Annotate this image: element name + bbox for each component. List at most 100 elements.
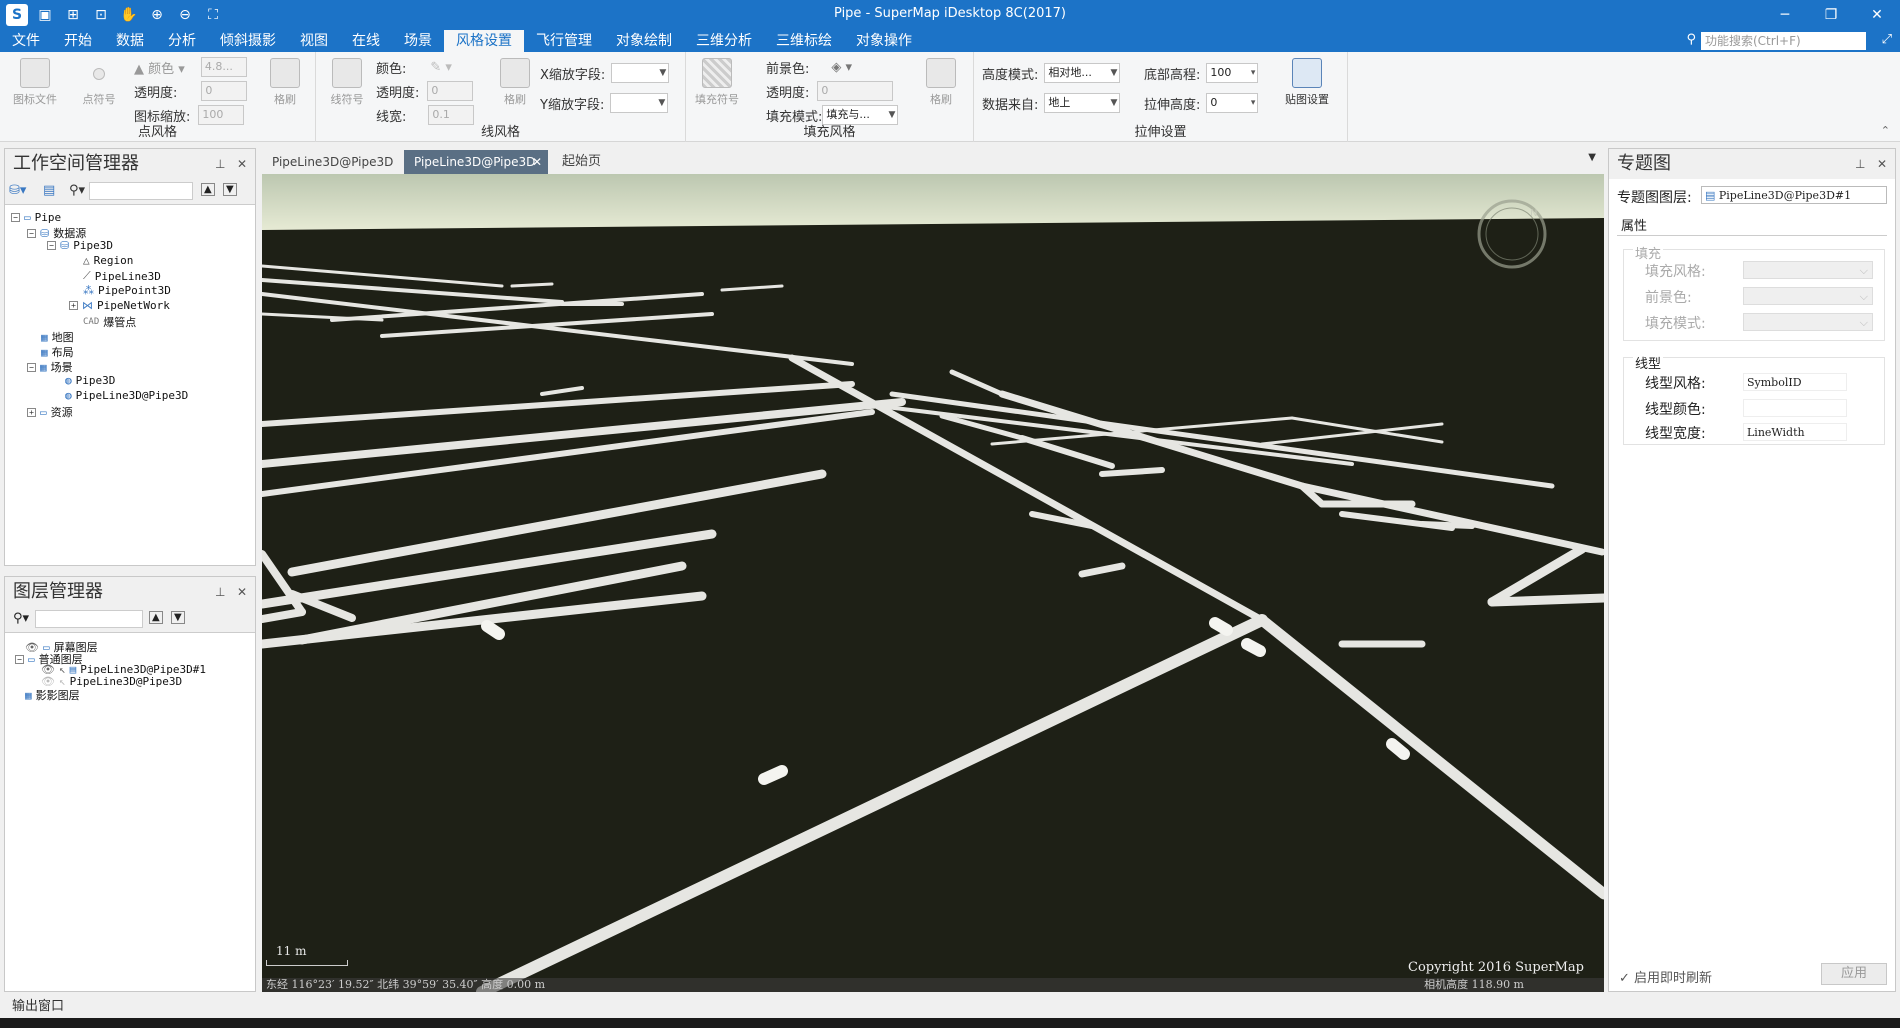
minimize-icon[interactable]: ─ (1762, 0, 1808, 30)
icon-file-button[interactable]: 图标文件 (8, 56, 62, 107)
camera-height-readout: 相机高度 118.90 m (1424, 978, 1524, 991)
tree-node-scenes[interactable]: − ▦ 场景 (27, 359, 73, 375)
tree-node-pipenetwork[interactable]: + ⋈ PipeNetWork (69, 299, 170, 312)
scene-viewport[interactable]: N 11 m Copyright 2016 SuperMap 东经 116°23… (262, 174, 1604, 992)
tree-node-burst-point[interactable]: CAD 爆管点 (83, 314, 136, 330)
tree-node-resources[interactable]: + ▭ 资源 (27, 404, 73, 420)
close-icon[interactable]: ✕ (1877, 157, 1887, 171)
move-down-icon[interactable]: ▼ (171, 611, 185, 624)
line-color-field[interactable] (1743, 399, 1847, 417)
line-transparency-field[interactable]: 0 (427, 81, 474, 101)
datasource-icon: ⛁ (60, 239, 70, 252)
thematic-layer-label: 专题图图层: (1617, 190, 1692, 206)
workspace-save-icon[interactable]: ▤ (43, 183, 55, 198)
tree-node-pipepoint3d[interactable]: ⁂ PipePoint3D (83, 284, 171, 297)
coordinate-readout: 东经 116°23′ 19.52″ 北纬 39°59′ 35.40″ 高度 0.… (266, 978, 546, 991)
tree-node-scene-pipe3d[interactable]: ◍ Pipe3D (65, 374, 115, 387)
function-search-input[interactable]: 功能搜索(Ctrl+F) (1701, 32, 1866, 50)
x-scale-field-select[interactable]: ▼ (611, 63, 670, 83)
fg-color-select[interactable]: ⌵ (1743, 287, 1873, 305)
menu-flight[interactable]: 飞行管理 (524, 30, 604, 52)
layer-tree: 👁 ▭ 屏幕图层 − ▭ 普通图层 👁 ↖ ▤ PipeLine3D@Pipe3D#1 👁 ↖ P… (5, 635, 255, 989)
scene-canvas: N (262, 174, 1604, 992)
menu-online[interactable]: 在线 (340, 30, 392, 52)
line-brush-button[interactable]: 格刷 (488, 56, 542, 107)
tab-start-page[interactable]: 起始页 (552, 150, 611, 174)
search-icon[interactable]: ⚲▾ (13, 611, 29, 626)
tree-node-scene-pipeline3d[interactable]: ◍ PipeLine3D@Pipe3D (65, 389, 188, 402)
move-up-icon[interactable]: ▲ (201, 183, 215, 196)
apply-button[interactable]: 应用 (1821, 963, 1887, 985)
fill-mode-dropdown[interactable]: ⌵ (1743, 313, 1873, 331)
extrude-height-field[interactable]: 0 ▾ (1206, 93, 1259, 113)
pin-icon[interactable]: ⊥ (215, 585, 225, 599)
tree-node-pipe3d-ds[interactable]: − ⛁ Pipe3D (47, 239, 113, 252)
pin-icon[interactable]: ⊥ (1855, 157, 1865, 171)
pin-icon[interactable]: ⊥ (215, 157, 225, 171)
os-taskbar (0, 1018, 1900, 1028)
menu-start[interactable]: 开始 (52, 30, 104, 52)
thematic-layer-select[interactable]: ▤ PipeLine3D@Pipe3D#1 (1701, 186, 1887, 204)
search-icon[interactable]: ⚲▾ (69, 183, 85, 198)
tab-dropdown-icon[interactable]: ▼ (1588, 152, 1596, 163)
data-source-select[interactable]: 地上 ▼ (1044, 93, 1121, 113)
workspace-open-icon[interactable]: ⛁▾ (9, 183, 26, 198)
line-symbol-button[interactable]: 线符号 (320, 56, 374, 107)
point-color-label[interactable]: ▲ 颜色 ▾ (134, 58, 185, 77)
fill-color-picker[interactable]: ◈ ▾ (831, 60, 852, 75)
tree-node-maps[interactable]: ▦ 地图 (41, 329, 74, 345)
point-transparency-field[interactable]: 0 (201, 81, 248, 101)
texture-settings-button[interactable]: 贴图设置 (1280, 56, 1334, 107)
line-width-field[interactable]: LineWidth (1743, 423, 1847, 441)
height-mode-select[interactable]: 相对地... ▼ (1044, 63, 1121, 83)
restore-icon[interactable]: ❐ (1808, 0, 1854, 30)
tab-pipeline3d-active[interactable]: PipeLine3D@Pipe3D ✕ (404, 150, 548, 174)
globe-icon: ◍ (65, 374, 72, 387)
tree-node-layouts[interactable]: ▦ 布局 (41, 344, 74, 360)
auto-refresh-checkbox[interactable]: ✓ 启用即时刷新 (1619, 967, 1712, 986)
menu-data[interactable]: 数据 (104, 30, 156, 52)
move-up-icon[interactable]: ▲ (149, 611, 163, 624)
layer-manager-title: 图层管理器 (13, 581, 103, 602)
tree-node-region[interactable]: △ Region (83, 254, 133, 267)
close-icon[interactable]: ✕ (237, 585, 247, 599)
menu-draw[interactable]: 对象绘制 (604, 30, 684, 52)
line-style-field[interactable]: SymbolID (1743, 373, 1847, 391)
expand-icon[interactable]: ⤢ (1882, 32, 1892, 47)
layer-shadow[interactable]: ▦ 影影图层 (25, 687, 80, 703)
pipe-fittings (481, 617, 1410, 785)
fill-symbol-button[interactable]: 填充符号 (690, 56, 744, 107)
tree-node-pipeline3d[interactable]: ⟋ PipeLine3D (83, 269, 161, 283)
menu-3d-plot[interactable]: 三维标绘 (764, 30, 844, 52)
menu-file[interactable]: 文件 (0, 30, 52, 52)
fill-transparency-field[interactable]: 0 (817, 81, 894, 101)
close-icon[interactable]: ✕ (532, 150, 542, 174)
menu-oblique[interactable]: 倾斜摄影 (208, 30, 288, 52)
tree-node-root[interactable]: − ▭ Pipe (11, 211, 61, 224)
line-dataset-icon: ⟋ (83, 269, 91, 282)
output-window-tab[interactable]: 输出窗口 (0, 996, 1900, 1018)
menu-analysis[interactable]: 分析 (156, 30, 208, 52)
menu-scene[interactable]: 场景 (392, 30, 444, 52)
menu-3d-analysis[interactable]: 三维分析 (684, 30, 764, 52)
menu-object-ops[interactable]: 对象操作 (844, 30, 924, 52)
tab-pipeline3d-1[interactable]: PipeLine3D@Pipe3D (262, 150, 403, 174)
y-scale-field-select[interactable]: ▼ (610, 93, 669, 113)
move-down-icon[interactable]: ▼ (223, 183, 237, 196)
fill-style-select[interactable]: ⌵ (1743, 261, 1873, 279)
point-symbol-button[interactable]: 点符号 (72, 56, 126, 107)
menu-style[interactable]: 风格设置 (444, 30, 524, 52)
menu-view[interactable]: 视图 (288, 30, 340, 52)
network-dataset-icon: ⋈ (82, 299, 93, 312)
line-color-picker[interactable]: ✎ ▾ (430, 60, 452, 75)
point-brush-button[interactable]: 格刷 (258, 56, 312, 107)
workspace-search-input[interactable] (89, 182, 193, 200)
close-icon[interactable]: ✕ (1854, 0, 1900, 30)
fill-brush-button[interactable]: 格刷 (914, 56, 968, 107)
point-size-field[interactable]: 4.8... (200, 57, 247, 77)
bottom-altitude-field[interactable]: 100 ▾ (1206, 63, 1259, 83)
svg-text:N: N (1530, 208, 1537, 219)
close-icon[interactable]: ✕ (237, 157, 247, 171)
layer-search-input[interactable] (35, 610, 143, 628)
ribbon-collapse-icon[interactable]: ⌃ (1881, 124, 1890, 137)
